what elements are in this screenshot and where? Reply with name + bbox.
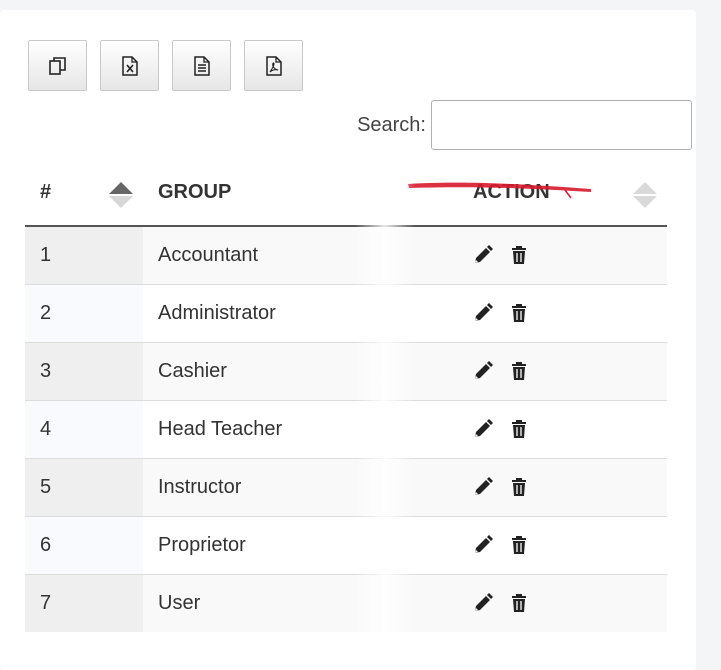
row-number-cell: 5 xyxy=(25,457,143,516)
delete-trash-icon[interactable] xyxy=(509,419,529,439)
action-cell xyxy=(433,573,667,632)
row-actions xyxy=(473,419,667,439)
group-name-cell: Head Teacher xyxy=(143,399,433,458)
column-header-label: ACTION xyxy=(473,181,550,203)
table-row: 3 Cashier xyxy=(25,341,667,400)
edit-pencil-icon[interactable] xyxy=(473,303,493,323)
table-row: 7 User xyxy=(25,573,667,632)
edit-pencil-icon[interactable] xyxy=(473,245,493,265)
action-cell xyxy=(433,225,667,284)
delete-trash-icon[interactable] xyxy=(509,477,529,497)
text-file-icon xyxy=(193,55,210,76)
table-row: 6 Proprietor xyxy=(25,515,667,574)
table-row: 4 Head Teacher xyxy=(25,399,667,458)
action-cell xyxy=(433,457,667,516)
sort-ascending-icon xyxy=(109,182,133,208)
delete-trash-icon[interactable] xyxy=(509,361,529,381)
column-header-number[interactable]: # xyxy=(25,160,143,227)
table-row: 2 Administrator xyxy=(25,283,667,342)
row-actions xyxy=(473,361,667,381)
action-cell xyxy=(433,399,667,458)
column-header-label: GROUP xyxy=(158,181,232,203)
edit-pencil-icon[interactable] xyxy=(473,535,493,555)
groups-table: # GROUP ACTION 1 Accountant 2 Administrator… xyxy=(25,160,667,632)
group-name-cell: Accountant xyxy=(143,225,433,284)
row-number-cell: 7 xyxy=(25,573,143,632)
search-label: Search: xyxy=(357,113,426,136)
table-row: 1 Accountant xyxy=(25,225,667,284)
action-cell xyxy=(433,341,667,400)
row-actions xyxy=(473,245,667,265)
delete-trash-icon[interactable] xyxy=(509,245,529,265)
row-number-cell: 6 xyxy=(25,515,143,574)
row-actions xyxy=(473,477,667,497)
group-name-cell: Proprietor xyxy=(143,515,433,574)
search-area: Search: xyxy=(357,100,692,150)
edit-pencil-icon[interactable] xyxy=(473,593,493,613)
row-number-cell: 2 xyxy=(25,283,143,342)
column-header-label: # xyxy=(40,181,52,203)
delete-trash-icon[interactable] xyxy=(509,535,529,555)
group-name-cell: Administrator xyxy=(143,283,433,342)
sort-both-icon xyxy=(633,182,657,208)
copy-button[interactable] xyxy=(28,40,87,91)
column-header-group[interactable]: GROUP xyxy=(143,160,433,227)
group-name-cell: Instructor xyxy=(143,457,433,516)
row-actions xyxy=(473,303,667,323)
row-number-cell: 3 xyxy=(25,341,143,400)
row-number-cell: 4 xyxy=(25,399,143,458)
row-actions xyxy=(473,535,667,555)
action-cell xyxy=(433,515,667,574)
pdf-file-icon xyxy=(265,55,282,76)
edit-pencil-icon[interactable] xyxy=(473,419,493,439)
search-input[interactable] xyxy=(431,100,692,150)
excel-file-icon xyxy=(121,55,138,76)
delete-trash-icon[interactable] xyxy=(509,593,529,613)
copy-icon xyxy=(48,56,66,75)
delete-trash-icon[interactable] xyxy=(509,303,529,323)
table-header-row: # GROUP ACTION xyxy=(25,160,667,227)
edit-pencil-icon[interactable] xyxy=(473,477,493,497)
pdf-button[interactable] xyxy=(244,40,303,91)
export-toolbar xyxy=(28,40,303,91)
csv-button[interactable] xyxy=(172,40,231,91)
table-row: 5 Instructor xyxy=(25,457,667,516)
excel-button[interactable] xyxy=(100,40,159,91)
column-header-action[interactable]: ACTION xyxy=(433,160,667,227)
row-number-cell: 1 xyxy=(25,225,143,284)
group-name-cell: Cashier xyxy=(143,341,433,400)
edit-pencil-icon[interactable] xyxy=(473,361,493,381)
row-actions xyxy=(473,593,667,613)
action-cell xyxy=(433,283,667,342)
group-name-cell: User xyxy=(143,573,433,632)
